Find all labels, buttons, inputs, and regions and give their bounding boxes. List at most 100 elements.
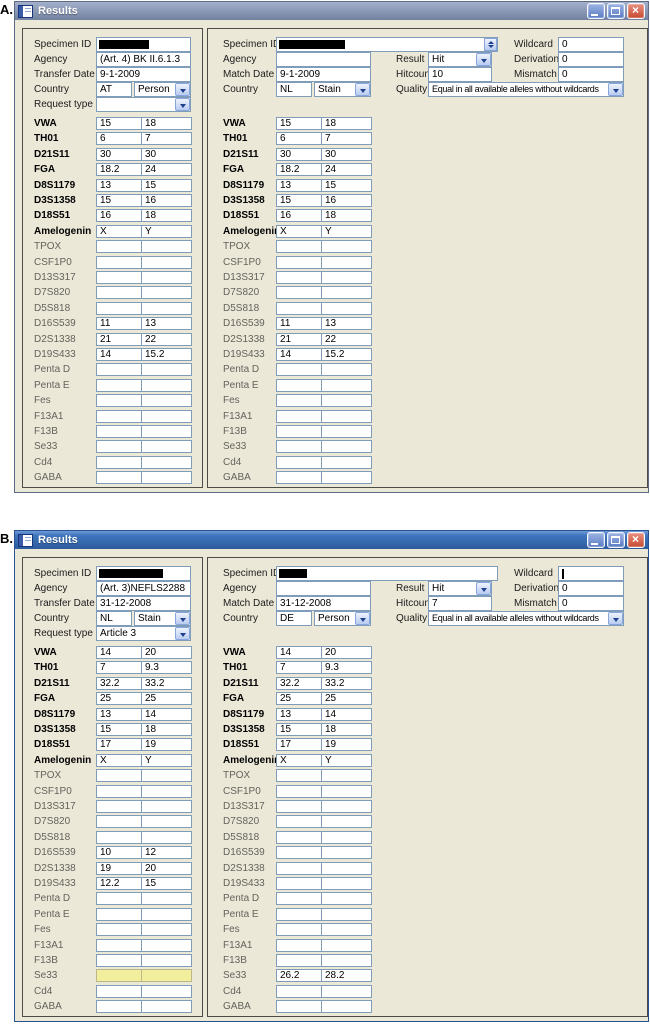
allele-input[interactable]: 30 [141,147,192,161]
dropdown-arrow-icon[interactable] [175,627,190,640]
dropdown-arrow-icon[interactable] [476,582,491,595]
allele-input[interactable]: 18 [141,209,192,223]
specimen-id-field[interactable] [276,566,498,581]
allele-input[interactable] [321,394,372,408]
allele-input[interactable]: 12.2 [96,877,142,890]
allele-input[interactable]: 14 [321,707,372,721]
allele-input[interactable]: 19 [321,738,372,752]
country-code-field[interactable]: NL [276,82,312,97]
allele-input[interactable]: 18 [321,117,372,130]
allele-input[interactable] [141,969,192,983]
allele-input[interactable]: 11 [96,317,142,331]
allele-input[interactable]: 15 [276,723,322,736]
allele-input[interactable]: 7 [96,661,142,675]
allele-input[interactable] [321,784,372,798]
allele-input[interactable] [96,255,142,269]
allele-input[interactable] [141,394,192,408]
allele-input[interactable]: 32.2 [96,676,142,690]
allele-input[interactable] [321,907,372,921]
allele-input[interactable] [321,471,372,485]
allele-input[interactable]: 17 [96,738,142,752]
allele-input[interactable] [141,769,192,783]
mismatch-field[interactable]: 0 [558,67,624,82]
dropdown-arrow-icon[interactable] [608,83,623,96]
allele-input[interactable] [276,409,322,423]
allele-input[interactable] [96,363,142,377]
allele-input[interactable] [276,301,322,315]
allele-input[interactable]: 15.2 [141,348,192,361]
allele-input[interactable]: 26.2 [276,969,322,983]
allele-input[interactable] [276,800,322,813]
allele-input[interactable]: 15 [321,178,372,192]
allele-input[interactable]: 9.3 [141,661,192,675]
allele-input[interactable] [321,409,372,423]
allele-input[interactable] [321,892,372,906]
allele-input[interactable]: 18 [321,209,372,223]
allele-input[interactable]: 7 [276,661,322,675]
allele-input[interactable] [96,938,142,952]
allele-input[interactable] [96,800,142,813]
allele-input[interactable]: 14 [96,646,142,659]
allele-input[interactable]: 16 [96,209,142,223]
allele-input[interactable] [276,769,322,783]
allele-input[interactable]: Y [321,753,372,767]
allele-input[interactable] [96,240,142,254]
allele-input[interactable]: 15 [96,723,142,736]
allele-input[interactable]: 32.2 [276,676,322,690]
allele-input[interactable] [321,938,372,952]
allele-input[interactable] [141,800,192,813]
allele-input[interactable] [141,286,192,300]
allele-input[interactable] [276,286,322,300]
agency-field[interactable] [276,581,371,596]
allele-input[interactable] [276,892,322,906]
allele-input[interactable] [321,877,372,890]
country-type-select[interactable]: Stain [134,611,191,626]
allele-input[interactable] [321,271,372,284]
allele-input[interactable] [96,378,142,392]
allele-input[interactable] [96,892,142,906]
allele-input[interactable] [96,769,142,783]
allele-input[interactable]: X [96,753,142,767]
maximize-button[interactable] [607,3,625,19]
allele-input[interactable]: 16 [321,194,372,207]
allele-input[interactable] [276,271,322,284]
allele-input[interactable] [96,471,142,485]
allele-input[interactable] [276,815,322,829]
allele-input[interactable] [141,440,192,454]
allele-input[interactable] [96,301,142,315]
allele-input[interactable] [141,907,192,921]
allele-input[interactable]: 15 [276,194,322,207]
allele-input[interactable]: 15 [276,117,322,130]
allele-input[interactable] [141,923,192,937]
allele-input[interactable]: 13 [141,317,192,331]
allele-input[interactable] [321,425,372,438]
allele-input[interactable]: 18.2 [96,163,142,177]
allele-input[interactable] [96,923,142,937]
agency-field[interactable] [276,52,371,67]
dropdown-arrow-icon[interactable] [355,612,370,625]
allele-input[interactable] [276,861,322,875]
allele-input[interactable]: 15 [141,178,192,192]
dropdown-arrow-icon[interactable] [476,53,491,66]
allele-input[interactable]: 33.2 [141,676,192,690]
specimen-id-field[interactable] [96,37,191,52]
allele-input[interactable]: 7 [141,132,192,146]
agency-field[interactable]: (Art. 4) BK II.6.1.3 [96,52,191,67]
allele-input[interactable] [96,830,142,844]
allele-input[interactable] [141,938,192,952]
allele-input[interactable] [141,378,192,392]
allele-input[interactable]: X [276,224,322,238]
close-button[interactable] [627,3,645,19]
allele-input[interactable]: 30 [96,147,142,161]
allele-input[interactable] [276,378,322,392]
allele-input[interactable]: 15 [96,194,142,207]
hitcount-field[interactable]: 10 [428,67,492,82]
allele-input[interactable]: 7 [321,132,372,146]
allele-input[interactable]: Y [141,224,192,238]
allele-input[interactable] [96,455,142,469]
allele-input[interactable] [276,440,322,454]
specimen-id-field[interactable] [96,566,191,581]
allele-input[interactable]: 25 [276,692,322,706]
allele-input[interactable] [141,471,192,485]
allele-input[interactable] [276,954,322,967]
